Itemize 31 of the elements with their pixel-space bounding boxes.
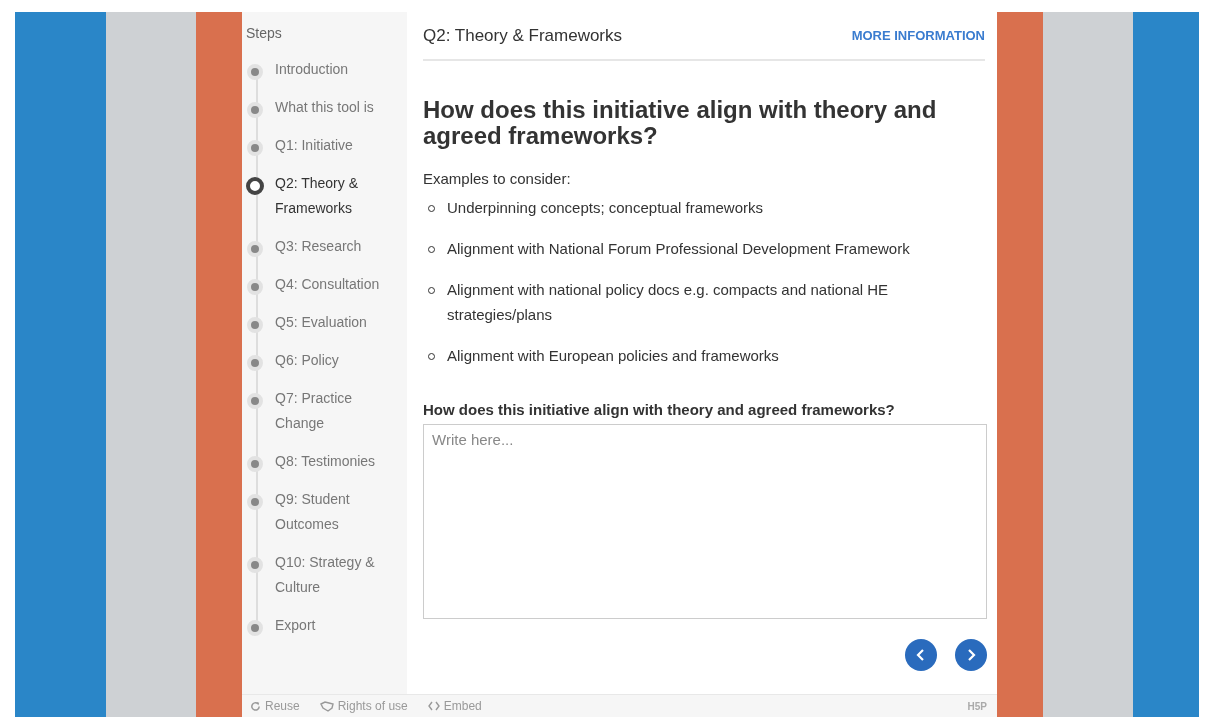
question-label: How does this initiative align with theory and agreed frameworks? [423,401,896,418]
question-heading: How does this initiative align with theory and agreed frameworks? [423,97,938,149]
step-link[interactable]: Q3: Research [275,234,387,259]
step-link[interactable]: Introduction [275,57,387,82]
answer-field[interactable]: Write here... [423,424,987,619]
example-item: Alignment with European policies and frameworks [447,346,779,366]
page-title: Q2: Theory & Frameworks [423,25,623,46]
example-item: Alignment with National Forum Professional Development Framework [447,239,910,259]
example-item: Alignment with national policy docs e.g. compacts and national HE strategies/plans [447,280,890,325]
step-link[interactable]: What this tool is [275,95,387,120]
more-information-link[interactable]: MORE INFORMATION [851,28,985,43]
code-icon [427,701,440,711]
step-link[interactable]: Q8: Testimonies [275,449,387,474]
step-link[interactable]: Q4: Consultation [275,272,387,297]
step-link[interactable]: Q1: Initiative [275,133,387,158]
reuse-link[interactable]: Reuse [250,699,300,713]
rights-link[interactable]: Rights of use [319,699,408,713]
embed-link[interactable]: Embed [427,699,482,713]
step-link[interactable]: Q2: Theory & Frameworks [275,171,387,221]
next-button[interactable] [955,639,987,671]
step-link[interactable]: Export [275,613,387,638]
refresh-icon [250,700,261,712]
step-link[interactable]: Q5: Evaluation [275,310,387,335]
example-item: Underpinning concepts; conceptual frameworks [447,198,763,218]
step-link[interactable]: Q10: Strategy & Culture [275,550,387,600]
previous-button[interactable] [905,639,937,671]
step-link[interactable]: Q6: Policy [275,348,387,373]
step-link[interactable]: Q7: Practice Change [275,386,387,436]
intro-text: Examples to consider: [423,170,572,187]
steps-title: Steps [246,25,283,41]
step-link[interactable]: Q9: Student Outcomes [275,487,387,537]
